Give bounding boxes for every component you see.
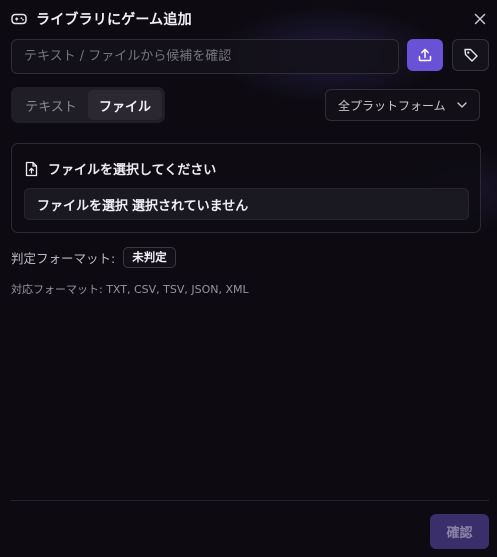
format-row: 判定フォーマット: 未判定 xyxy=(11,246,176,268)
file-card-title-text: ファイルを選択してください xyxy=(48,163,217,178)
upload-button[interactable] xyxy=(407,39,443,71)
search-input[interactable] xyxy=(11,39,399,74)
upload-icon xyxy=(417,47,433,63)
supported-formats: 対応フォーマット: TXT, CSV, TSV, JSON, XML xyxy=(11,283,249,296)
tag-button[interactable] xyxy=(452,39,489,71)
file-select-card: ファイルを選択してください ファイルを選択 選択されていません xyxy=(11,143,481,233)
confirm-button[interactable]: 確認 xyxy=(430,514,489,549)
platform-select-value: 全プラットフォーム xyxy=(338,98,446,113)
chevron-down-icon xyxy=(457,102,467,108)
dialog-header: ライブラリにゲーム追加 xyxy=(11,9,489,29)
file-input[interactable]: ファイルを選択 選択されていません xyxy=(24,188,469,220)
tab-text[interactable]: テキスト xyxy=(14,90,88,120)
file-status: 選択されていません xyxy=(132,198,249,214)
platform-select[interactable]: 全プラットフォーム xyxy=(325,89,480,121)
add-game-dialog: ライブラリにゲーム追加 テキスト / ファイルから候補を確認 テキスト ファイル… xyxy=(0,0,497,557)
close-icon[interactable] xyxy=(471,10,489,28)
file-card-title: ファイルを選択してください xyxy=(25,159,216,178)
input-mode-tabs: テキスト ファイル xyxy=(11,87,165,123)
search-row xyxy=(11,39,489,74)
format-label: 判定フォーマット: xyxy=(11,250,116,266)
tag-icon xyxy=(463,47,479,63)
format-badge: 未判定 xyxy=(123,246,176,268)
file-upload-icon xyxy=(25,161,39,177)
gamepad-icon xyxy=(11,11,27,27)
tab-file[interactable]: ファイル xyxy=(88,90,162,120)
footer-divider xyxy=(11,500,489,501)
dialog-title: ライブラリにゲーム追加 xyxy=(36,12,192,28)
choose-file-button[interactable]: ファイルを選択 xyxy=(37,195,128,214)
